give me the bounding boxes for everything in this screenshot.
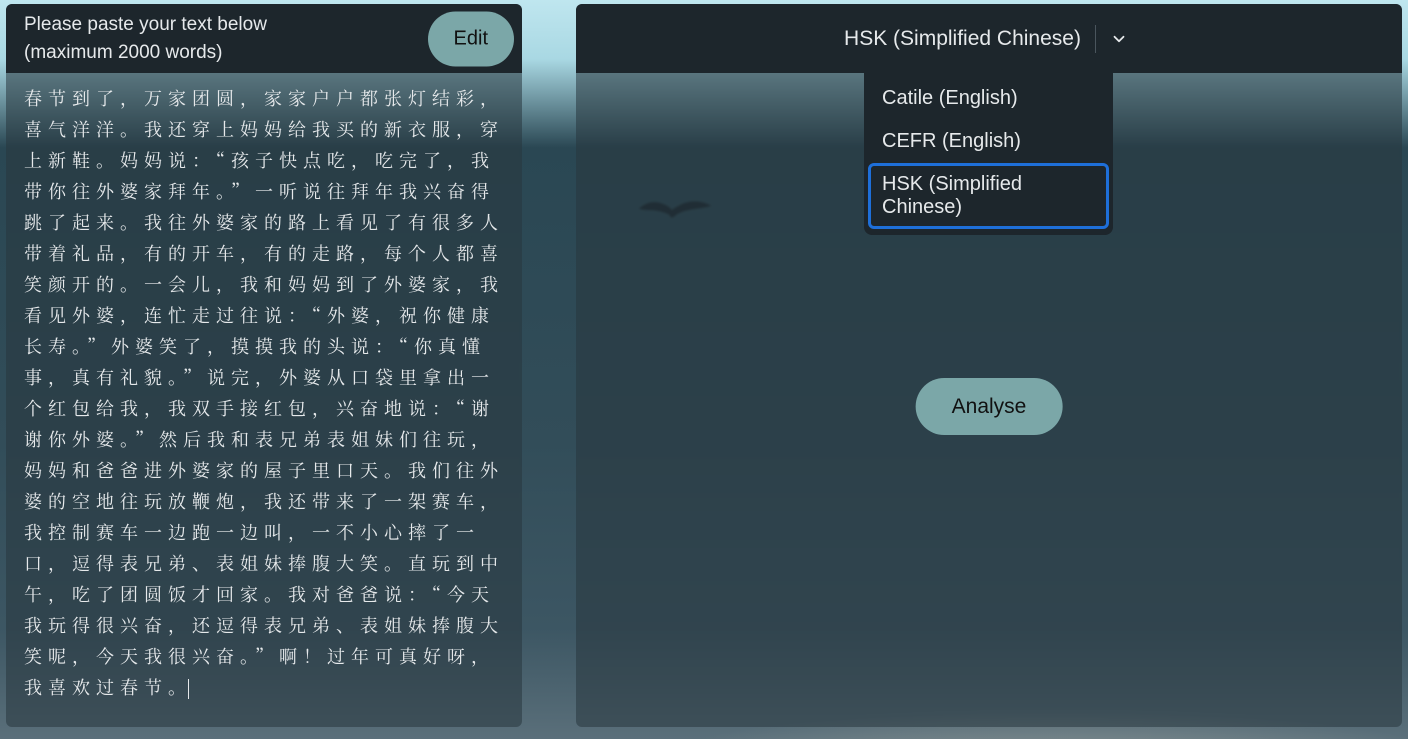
framework-dropdown-selected: HSK (Simplified Chinese) (844, 27, 1095, 51)
text-input-title: Please paste your text below (maximum 20… (24, 11, 267, 66)
analyse-button[interactable]: Analyse (916, 378, 1063, 435)
text-input-area[interactable]: 春节到了，万家团圆，家家户户都张灯结彩，喜气洋洋。我还穿上妈妈给我买的新衣服，穿… (6, 73, 522, 727)
analysis-panel: HSK (Simplified Chinese) Catile (English… (576, 4, 1402, 727)
framework-dropdown[interactable]: HSK (Simplified Chinese) (844, 24, 1138, 54)
dropdown-option-hsk[interactable]: HSK (Simplified Chinese) (868, 163, 1109, 229)
chevron-down-icon[interactable] (1096, 24, 1138, 54)
dropdown-option-cefr[interactable]: CEFR (English) (868, 120, 1109, 163)
title-line-2: (maximum 2000 words) (24, 42, 223, 63)
text-input-header: Please paste your text below (maximum 20… (6, 4, 522, 73)
framework-dropdown-menu: Catile (English) CEFR (English) HSK (Sim… (864, 73, 1113, 235)
title-line-1: Please paste your text below (24, 14, 267, 35)
edit-button[interactable]: Edit (428, 11, 514, 66)
text-caret (188, 679, 189, 699)
text-content: 春节到了，万家团圆，家家户户都张灯结彩，喜气洋洋。我还穿上妈妈给我买的新衣服，穿… (24, 85, 504, 700)
text-input-panel: Please paste your text below (maximum 20… (6, 4, 522, 727)
analysis-header: HSK (Simplified Chinese) (576, 4, 1402, 73)
dropdown-option-catile[interactable]: Catile (English) (868, 77, 1109, 120)
